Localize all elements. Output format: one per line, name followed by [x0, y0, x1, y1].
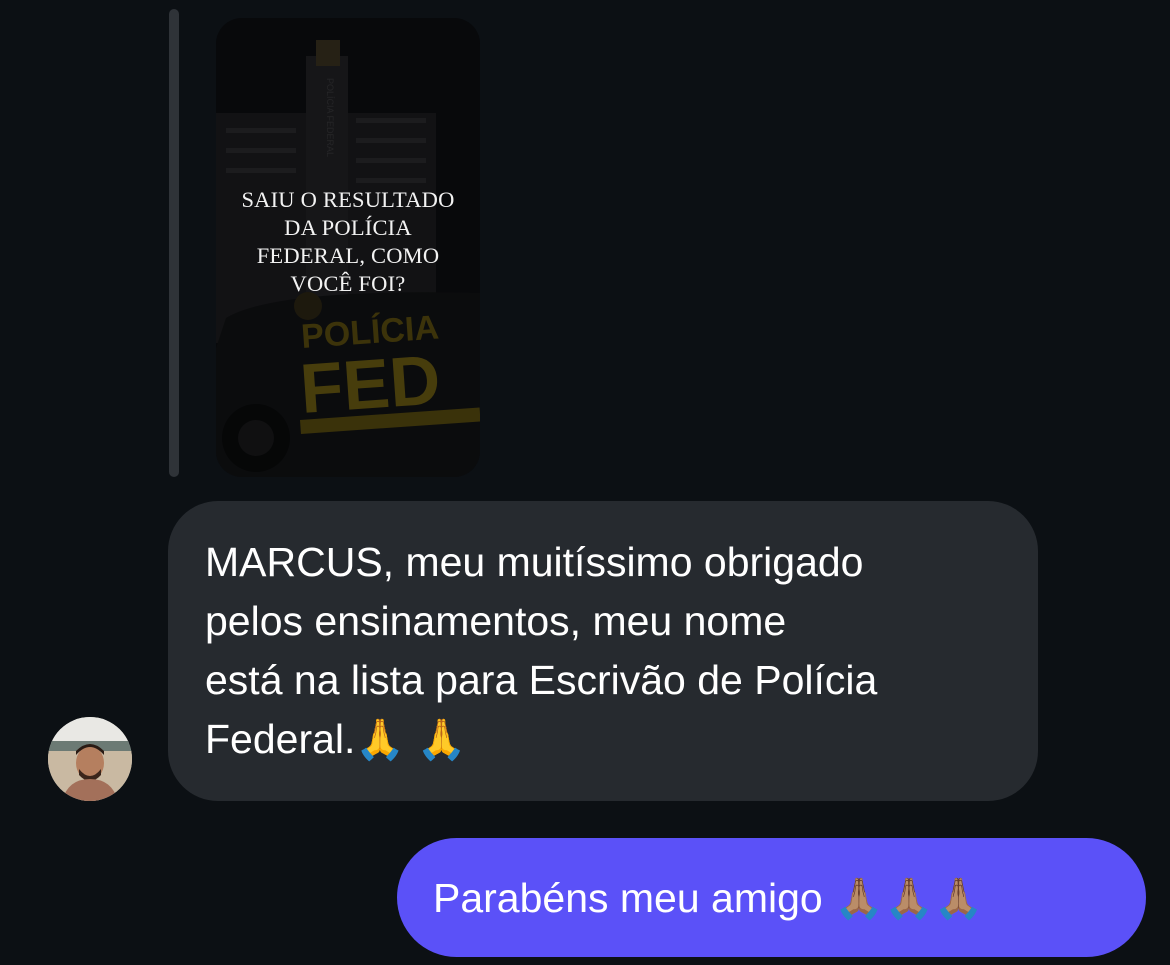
- user-avatar-photo: [48, 717, 132, 801]
- folded-hands-icon: 🙏: [355, 717, 406, 763]
- outgoing-message-bubble[interactable]: Parabéns meu amigo 🙏🏽🙏🏽🙏🏽: [397, 838, 1146, 957]
- folded-hands-icon: 🙏🏽: [834, 876, 884, 922]
- outgoing-message-text: Parabéns meu amigo: [433, 875, 835, 921]
- incoming-message-text: MARCUS, meu muitíssimo obrigado pelos en…: [205, 533, 1008, 769]
- incoming-message-body: MARCUS, meu muitíssimo obrigado pelos en…: [205, 539, 878, 762]
- avatar[interactable]: [48, 717, 132, 801]
- incoming-message-bubble[interactable]: MARCUS, meu muitíssimo obrigado pelos en…: [168, 501, 1038, 801]
- folded-hands-icon: 🙏🏽: [883, 876, 934, 922]
- folded-hands-icon: 🙏🏽: [933, 876, 984, 922]
- reply-indicator-bar: [169, 9, 179, 477]
- story-overlay-text: SAIU O RESULTADO DA POLÍCIA FEDERAL, COM…: [241, 187, 455, 296]
- story-reply-thumbnail[interactable]: POLÍCIA FEDERAL POLÍCIA FED SAIU O RESUL…: [216, 18, 480, 477]
- folded-hands-icon: 🙏: [416, 717, 467, 763]
